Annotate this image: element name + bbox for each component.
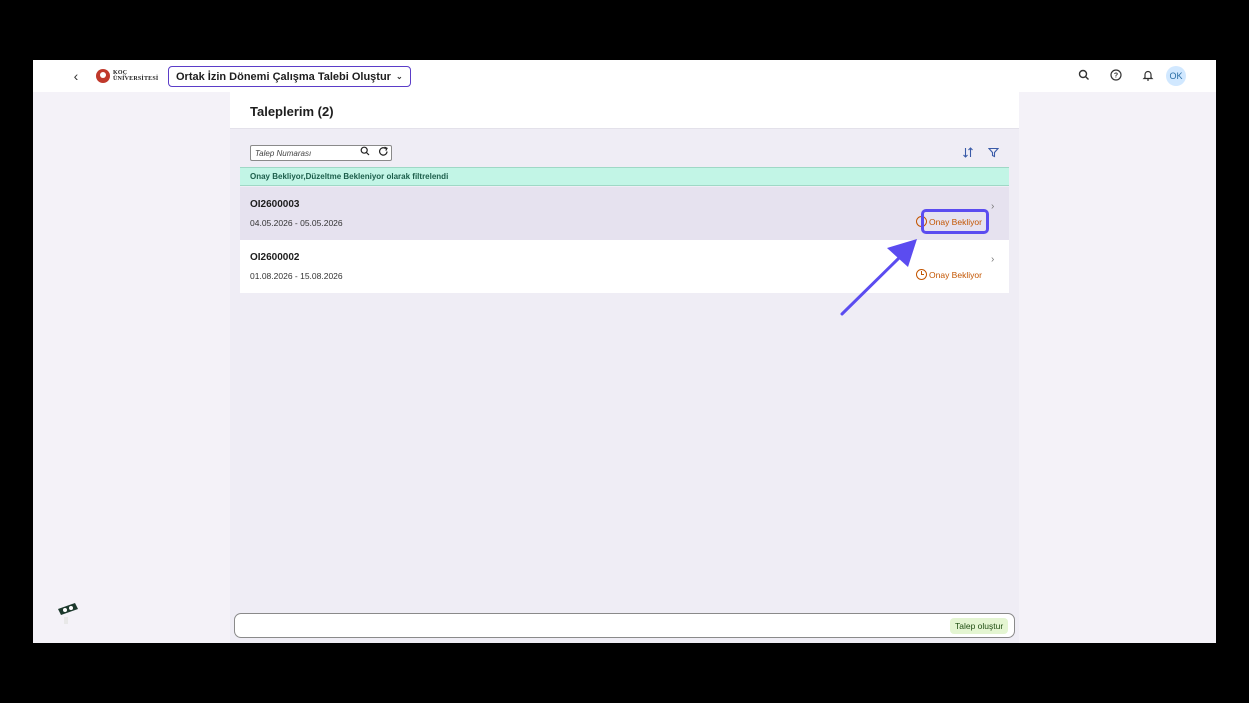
request-id: OI2600002 [250,252,300,263]
app-screen: ‹ KOÇ ÜNİVERSİTESİ Ortak İzin Dönemi Çal… [33,60,1216,643]
refresh-icon[interactable] [376,146,390,160]
sort-icon[interactable] [960,147,976,161]
company-logo[interactable]: KOÇ ÜNİVERSİTESİ [96,69,158,83]
search-field [250,145,392,161]
app-title-label: Ortak İzin Dönemi Çalışma Talebi Oluştur [176,70,391,83]
status-highlight-box [921,209,989,234]
logo-line2: ÜNİVERSİTESİ [113,76,159,82]
list-item[interactable]: OI2600002 01.08.2026 - 15.08.2026 Onay B… [240,240,1009,293]
user-avatar[interactable]: OK [1166,66,1186,86]
list-item[interactable]: OI2600003 04.05.2026 - 05.05.2026 Onay B… [240,187,1009,240]
search-input[interactable] [255,148,351,159]
status-badge: Onay Bekliyor [916,268,982,281]
request-id: OI2600003 [250,199,300,210]
request-dates: 01.08.2026 - 15.08.2026 [250,271,343,281]
notification-bell-icon[interactable] [1141,69,1155,83]
request-dates: 04.05.2026 - 05.05.2026 [250,218,343,228]
status-label: Onay Bekliyor [929,269,982,280]
filter-info-text: Onay Bekliyor,Düzeltme Bekleniyor olarak… [250,172,449,181]
assistant-widget-icon[interactable] [55,600,81,626]
app-title-menu[interactable]: Ortak İzin Dönemi Çalışma Talebi Oluştur… [168,66,411,87]
logo-text: KOÇ ÜNİVERSİTESİ [113,70,158,82]
filter-icon[interactable] [986,147,1000,161]
clock-icon [916,269,927,280]
search-icon[interactable] [1077,69,1091,83]
back-icon[interactable]: ‹ [69,69,83,83]
page-header: Taleplerim (2) [230,92,1019,129]
svg-text:?: ? [1114,73,1118,80]
search-icon[interactable] [358,146,372,160]
list-toolbar [230,144,1019,166]
requests-list: OI2600003 04.05.2026 - 05.05.2026 Onay B… [240,187,1009,293]
filter-info-bar[interactable]: Onay Bekliyor,Düzeltme Bekleniyor olarak… [240,167,1009,186]
page-title: Taleplerim (2) [250,104,334,119]
chevron-right-icon: › [991,254,995,265]
help-icon[interactable]: ? [1109,69,1123,83]
shell-bar: ‹ KOÇ ÜNİVERSİTESİ Ortak İzin Dönemi Çal… [33,60,1216,92]
footer-toolbar: Talep oluştur [234,613,1015,638]
logo-mark-icon [96,69,110,83]
chevron-down-icon: ⌄ [395,72,403,81]
chevron-right-icon: › [991,201,995,212]
requests-page: Taleplerim (2) Onay Bekliyor,Düzeltme Be… [230,92,1019,643]
create-request-button[interactable]: Talep oluştur [950,618,1009,634]
